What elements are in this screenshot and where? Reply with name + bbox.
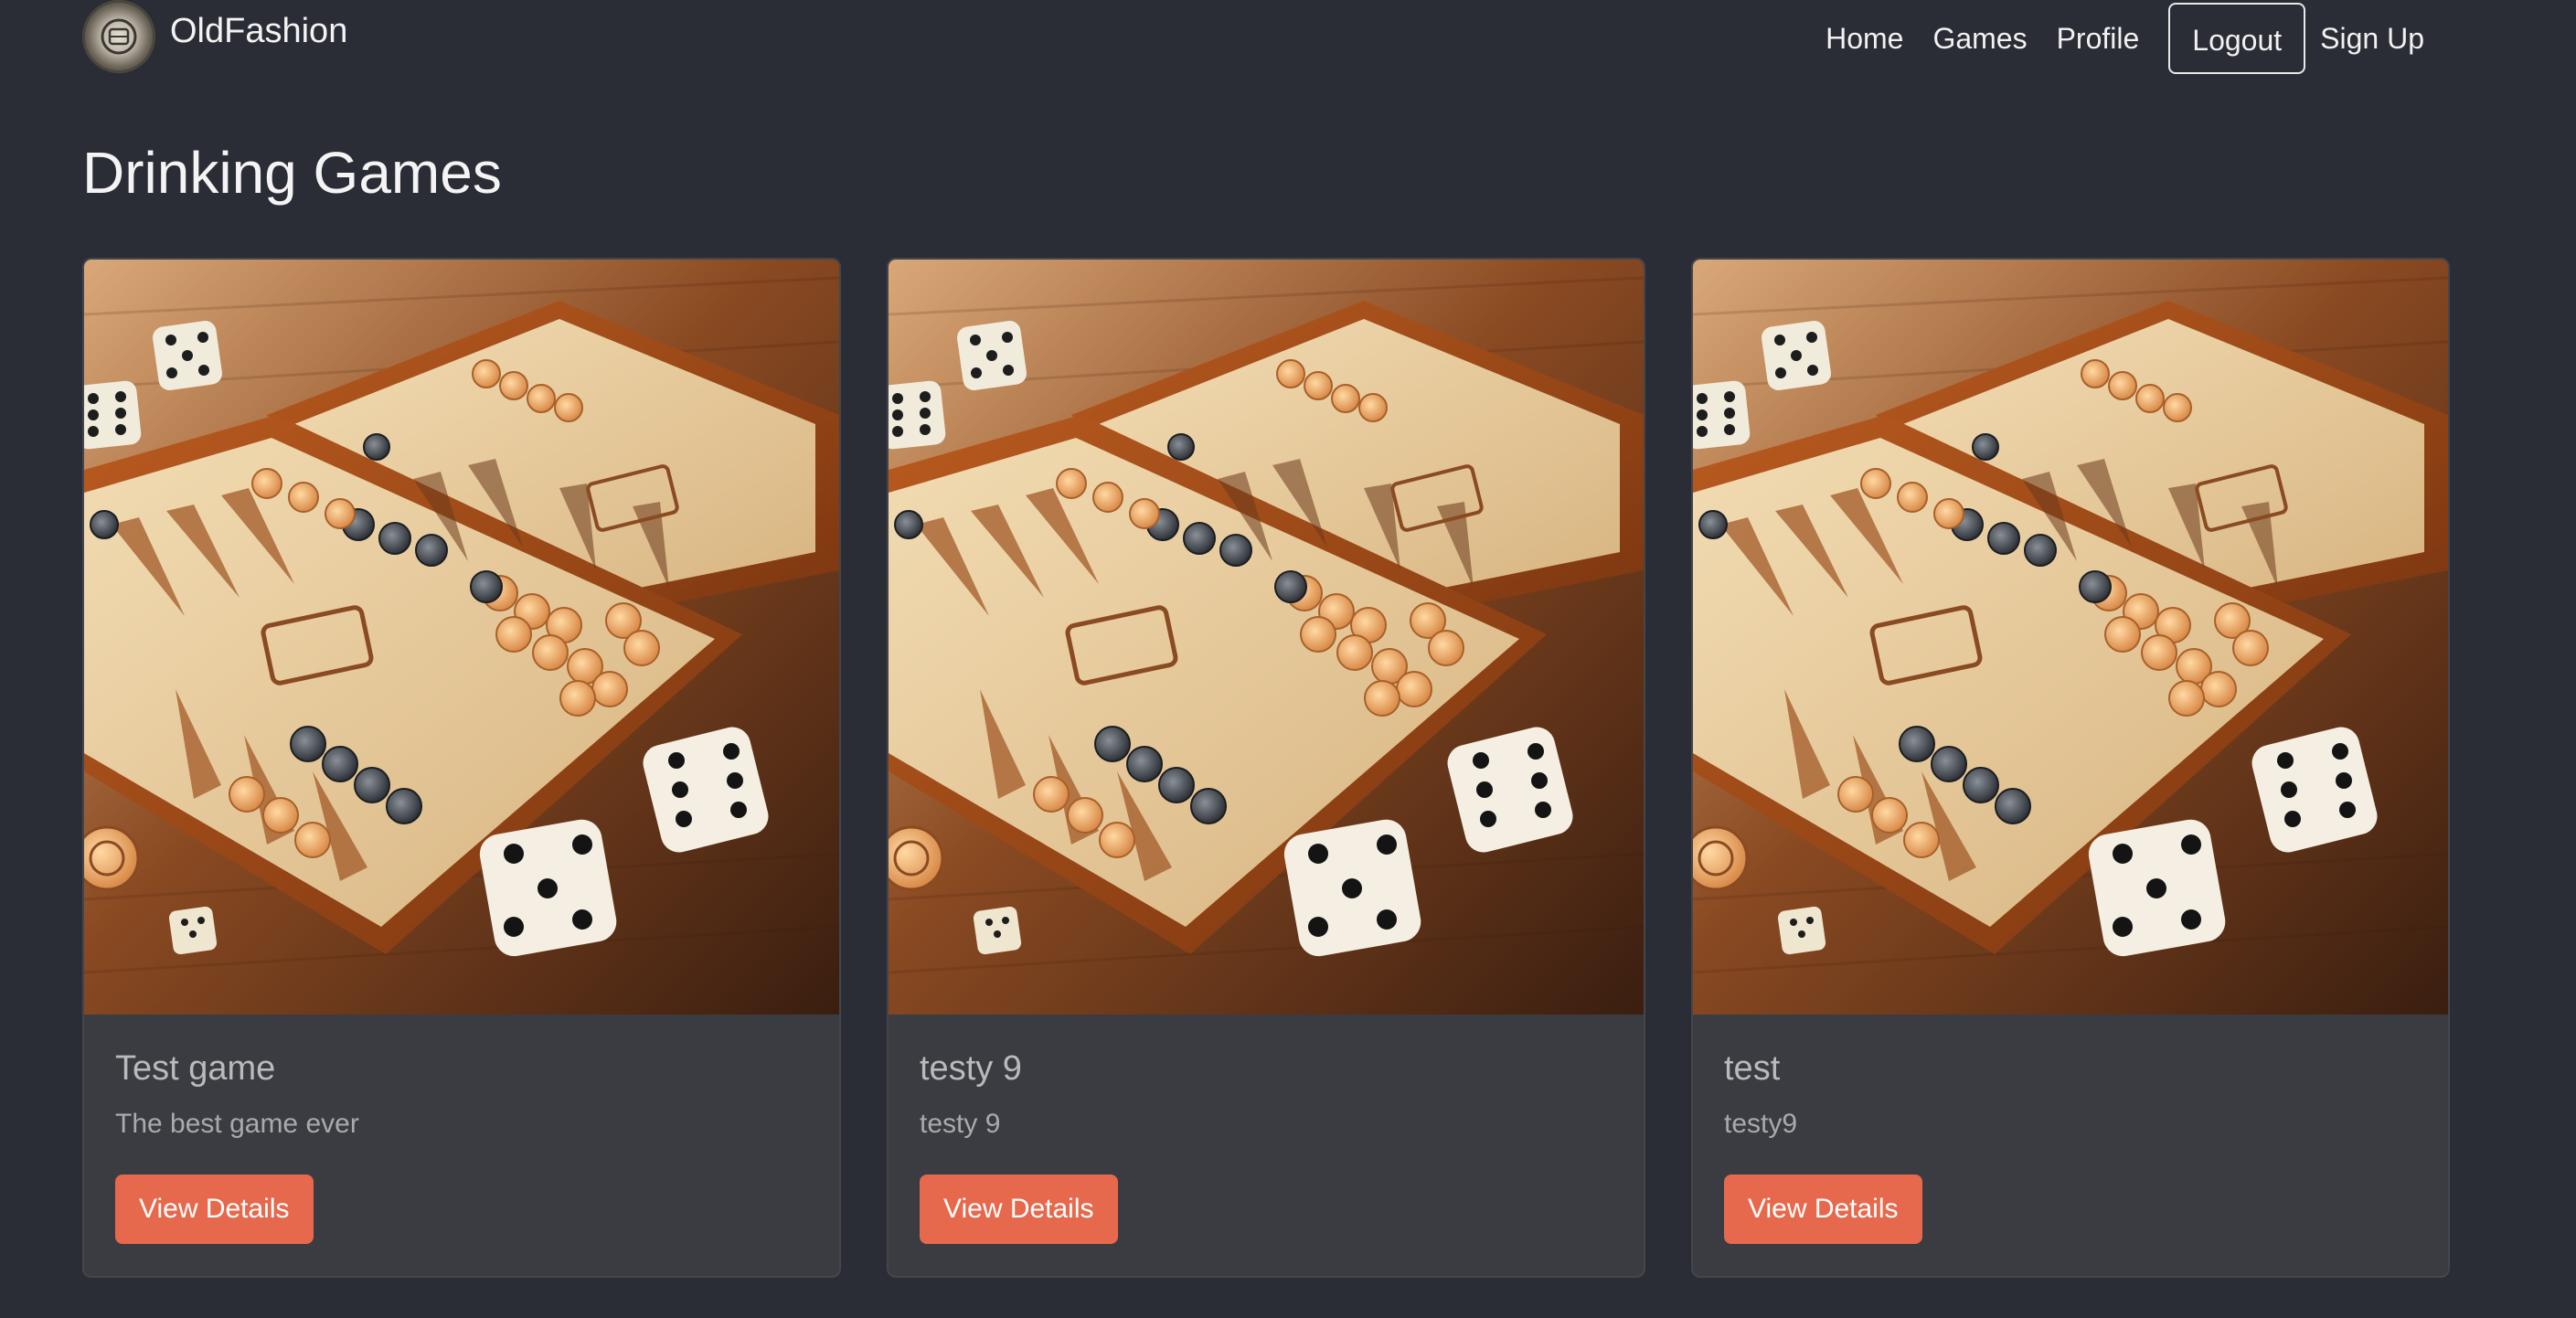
navbar: OldFashion Home Games Profile Logout Sig… [0, 0, 2576, 82]
card-description: testy 9 [920, 1109, 1001, 1139]
game-card: testy 9 testy 9 View Details [887, 258, 1645, 1278]
game-image [889, 260, 1644, 1015]
card-description: The best game ever [115, 1109, 359, 1139]
brand-logo [82, 0, 155, 73]
card-description: testy9 [1724, 1109, 1798, 1139]
card-title: testy 9 [920, 1049, 1022, 1088]
view-details-button[interactable]: View Details [920, 1175, 1118, 1244]
logout-button[interactable]: Logout [2168, 3, 2306, 74]
brand-link[interactable]: OldFashion [82, 0, 347, 77]
game-image [1693, 260, 2448, 1015]
crest-icon [101, 18, 137, 55]
game-image [84, 260, 839, 1015]
nav-profile[interactable]: Profile [2042, 2, 2155, 75]
nav-links: Home Games Profile Logout Sign Up [1811, 0, 2439, 77]
nav-signup[interactable]: Sign Up [2305, 2, 2439, 75]
card-body: testy 9 testy 9 View Details [889, 1015, 1644, 1244]
brand-name: OldFashion [170, 11, 348, 50]
view-details-button[interactable]: View Details [115, 1175, 314, 1244]
game-card: test testy9 View Details [1691, 258, 2450, 1278]
card-title: Test game [115, 1049, 276, 1088]
nav-games[interactable]: Games [1918, 2, 2041, 75]
game-card-grid: Test game The best game ever View Detail… [82, 258, 2450, 1278]
nav-home[interactable]: Home [1811, 2, 1918, 75]
game-card: Test game The best game ever View Detail… [82, 258, 841, 1278]
card-body: Test game The best game ever View Detail… [84, 1015, 839, 1244]
card-body: test testy9 View Details [1693, 1015, 2448, 1244]
view-details-button[interactable]: View Details [1724, 1175, 1922, 1244]
card-title: test [1724, 1049, 1781, 1088]
page-title: Drinking Games [82, 140, 502, 206]
